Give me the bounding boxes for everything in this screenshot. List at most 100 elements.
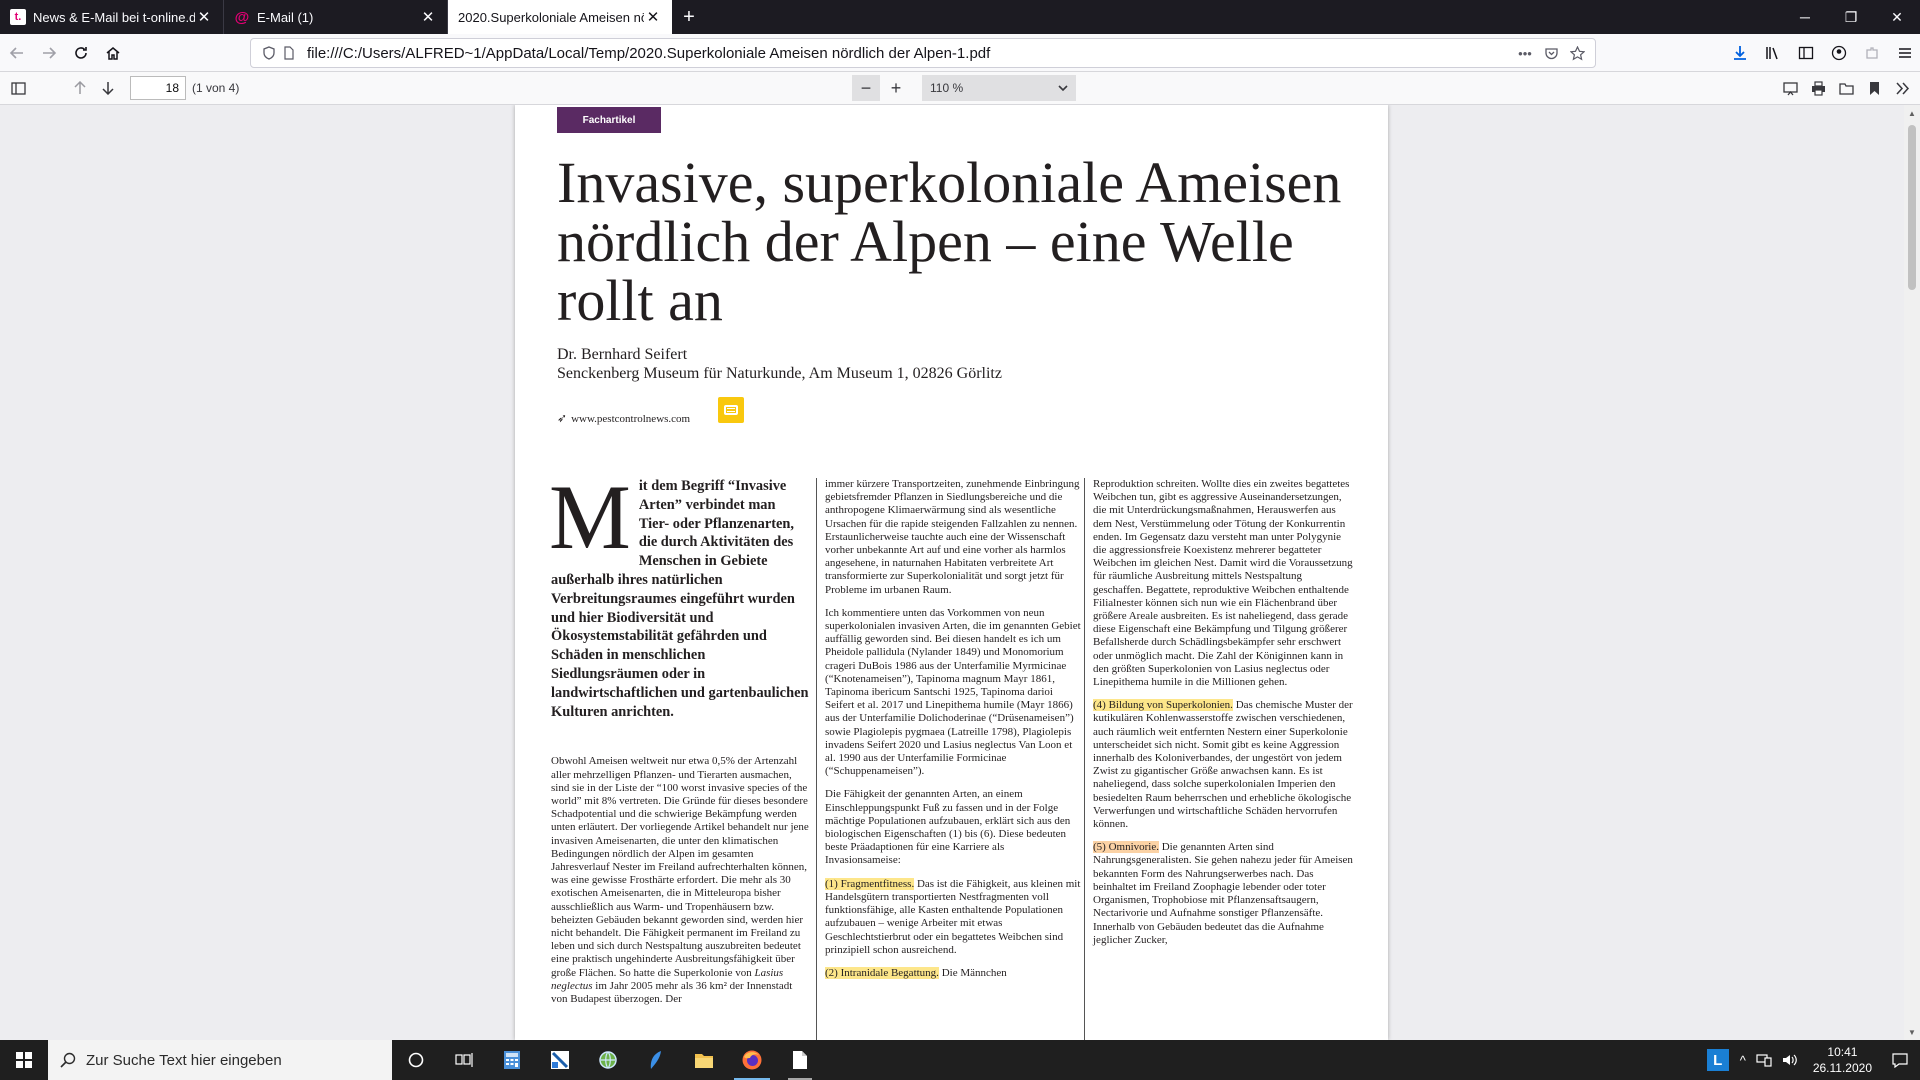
page-info-icon[interactable]: [279, 43, 299, 63]
body-paragraph: (2) Intranidale Begattung. Die Männchen: [825, 966, 1081, 980]
mail-app-button[interactable]: [536, 1040, 584, 1080]
body-paragraph: Ich kommentiere unten das Vorkommen von …: [825, 606, 1081, 778]
envelope-app-icon: [551, 1051, 569, 1069]
downloads-button[interactable]: [1724, 38, 1755, 68]
page-actions-icon[interactable]: •••: [1515, 43, 1535, 63]
tools-button[interactable]: [1888, 75, 1916, 101]
calculator-icon: [504, 1051, 520, 1069]
task-view-icon: [455, 1053, 473, 1067]
reload-button[interactable]: [66, 38, 96, 68]
website-text: www.pestcontrolnews.com: [571, 412, 691, 425]
document-app-button[interactable]: [776, 1040, 824, 1080]
tonline-favicon-icon: t.: [10, 9, 26, 25]
toggle-sidebar-button[interactable]: [4, 75, 32, 101]
print-button[interactable]: [1804, 75, 1832, 101]
file-explorer-button[interactable]: [680, 1040, 728, 1080]
clock[interactable]: 10:41 26.11.2020: [1803, 1044, 1882, 1076]
tab-pdf-active[interactable]: 2020.Superkoloniale Ameisen nö ✕: [448, 0, 672, 34]
tab-tonline[interactable]: t. News & E-Mail bei t-online.d ✕: [0, 0, 224, 34]
scrollbar-thumb[interactable]: [1908, 125, 1916, 290]
column-3: Reproduktion schreiten. Wollte dies ein …: [1093, 478, 1353, 957]
highlighted-heading[interactable]: (5) Omnivorie.: [1093, 841, 1159, 854]
highlighted-heading[interactable]: (2) Intranidale Begattung.: [825, 966, 939, 979]
page-number-input[interactable]: 18: [130, 76, 186, 100]
email-favicon-icon: @: [234, 8, 250, 26]
home-button[interactable]: [98, 38, 128, 68]
arrow-up-icon: [74, 81, 86, 94]
next-page-button[interactable]: [94, 75, 122, 101]
extension-button[interactable]: [1856, 38, 1887, 68]
author-name: Dr. Bernhard Seifert: [557, 346, 688, 363]
close-window-button[interactable]: ✕: [1874, 0, 1920, 34]
body-paragraph: (1) Fragmentfitness. Das ist die Fähigke…: [825, 877, 1081, 957]
close-tab-icon[interactable]: ✕: [644, 8, 662, 26]
network-icon[interactable]: [1751, 1053, 1777, 1067]
zoom-select[interactable]: 110 %: [922, 75, 1076, 101]
calculator-app-button[interactable]: [488, 1040, 536, 1080]
scroll-up-icon[interactable]: ▲: [1904, 105, 1920, 121]
navigation-bar: file:///C:/Users/ALFRED~1/AppData/Local/…: [0, 34, 1920, 72]
presentation-mode-button[interactable]: [1776, 75, 1804, 101]
cortana-button[interactable]: [392, 1040, 440, 1080]
forward-button[interactable]: [34, 38, 64, 68]
menu-button[interactable]: [1889, 38, 1920, 68]
maximize-button[interactable]: ❐: [1828, 0, 1874, 34]
scroll-down-icon[interactable]: ▼: [1904, 1024, 1920, 1040]
document-viewport[interactable]: Fachartikel Invasive, superkoloniale Ame…: [0, 105, 1920, 1040]
comment-note-icon[interactable]: [718, 397, 744, 423]
start-button[interactable]: [0, 1040, 48, 1080]
bookmark-icon: [1869, 81, 1879, 95]
sidebar-button[interactable]: [1790, 38, 1821, 68]
body-text: Obwohl Ameisen weltweit nur etwa 0,5% de…: [551, 755, 809, 979]
pocket-icon[interactable]: [1541, 43, 1561, 63]
network-app-button[interactable]: [584, 1040, 632, 1080]
extension-icon: [1865, 47, 1878, 59]
close-tab-icon[interactable]: ✕: [195, 8, 213, 26]
minimize-button[interactable]: ─: [1782, 0, 1828, 34]
vertical-scrollbar[interactable]: ▲ ▼: [1904, 105, 1920, 1040]
bookmark-button[interactable]: [1860, 75, 1888, 101]
new-tab-button[interactable]: +: [672, 0, 706, 34]
windows-taskbar: Zur Suche Text hier eingeben L ^ 10:41 2…: [0, 1040, 1920, 1080]
zoom-level: 110 %: [930, 81, 964, 95]
url-bar[interactable]: file:///C:/Users/ALFRED~1/AppData/Local/…: [250, 38, 1596, 68]
highlighted-heading[interactable]: (4) Bildung von Superkolonien.: [1093, 699, 1233, 712]
close-tab-icon[interactable]: ✕: [419, 8, 437, 26]
home-icon: [106, 46, 120, 60]
page-count: (1 von 4): [192, 81, 240, 95]
download-icon: [1733, 46, 1746, 60]
shield-icon[interactable]: [259, 43, 279, 63]
task-view-button[interactable]: [440, 1040, 488, 1080]
tab-email[interactable]: @ E-Mail (1) ✕: [224, 0, 448, 34]
save-document-button[interactable]: [1832, 75, 1860, 101]
speaker-icon[interactable]: [1777, 1053, 1803, 1067]
firefox-app-button[interactable]: [728, 1040, 776, 1080]
zoom-in-button[interactable]: +: [882, 75, 910, 101]
arrow-down-icon: [102, 82, 114, 95]
bookmark-star-icon[interactable]: [1567, 43, 1587, 63]
lead-paragraph: Mit dem Begriff “Invasive Arten” verbind…: [549, 471, 809, 721]
globe-app-icon: [599, 1051, 617, 1069]
library-button[interactable]: [1757, 38, 1788, 68]
hamburger-menu-icon: [1898, 48, 1911, 58]
column-divider: [816, 478, 817, 1040]
account-icon: [1831, 45, 1846, 61]
pen-app-button[interactable]: [632, 1040, 680, 1080]
back-button[interactable]: [2, 38, 32, 68]
account-button[interactable]: [1823, 38, 1854, 68]
taskbar-search[interactable]: Zur Suche Text hier eingeben: [48, 1040, 392, 1080]
website-link[interactable]: ➶ www.pestcontrolnews.com: [557, 411, 690, 426]
pdf-toolbar: 18 (1 von 4) − + 110 %: [0, 72, 1920, 105]
search-placeholder: Zur Suche Text hier eingeben: [86, 1051, 282, 1069]
notification-icon[interactable]: [1882, 1052, 1920, 1068]
library-icon: [1765, 47, 1778, 60]
zoom-out-button[interactable]: −: [852, 75, 880, 101]
highlighted-heading[interactable]: (1) Fragmentfitness.: [825, 877, 915, 890]
column-1: Mit dem Begriff “Invasive Arten” verbind…: [549, 471, 809, 1016]
l-app-icon[interactable]: L: [1706, 1049, 1729, 1071]
url-text[interactable]: file:///C:/Users/ALFRED~1/AppData/Local/…: [299, 45, 1515, 62]
previous-page-button[interactable]: [66, 75, 94, 101]
clock-time: 10:41: [1827, 1045, 1858, 1059]
chevron-up-icon[interactable]: ^: [1735, 1053, 1751, 1068]
sidebar-toggle-icon: [10, 81, 26, 95]
